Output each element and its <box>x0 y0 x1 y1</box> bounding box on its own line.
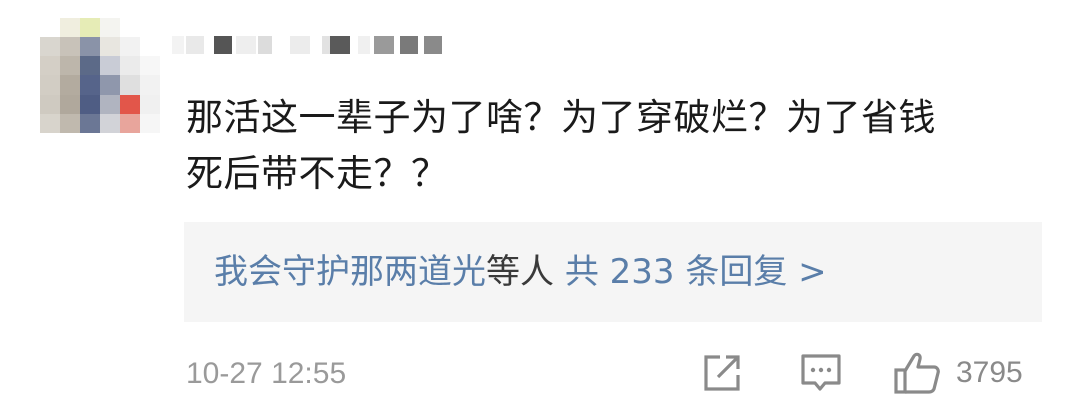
comment-icon <box>801 354 841 391</box>
comment-timestamp: 10-27 12:55 <box>186 357 347 390</box>
comment-line: 死后带不走？？ <box>186 152 449 195</box>
like-button[interactable]: 3795 <box>892 350 1023 396</box>
username-blurred[interactable] <box>172 36 452 56</box>
thumbs-up-icon <box>894 352 940 394</box>
comment-card: 那活这一辈子为了啥？为了穿破烂？为了省钱 死后带不走？？ 我会守护那两道光等人 … <box>0 0 1080 414</box>
avatar[interactable] <box>40 18 160 133</box>
comment-body: 那活这一辈子为了啥？为了穿破烂？为了省钱 死后带不走？？ <box>186 90 1026 202</box>
reply-user-link[interactable]: 我会守护那两道光 <box>214 252 486 292</box>
reply-count-link[interactable]: 共 233 条回复 > <box>565 252 827 292</box>
replies-preview[interactable]: 我会守护那两道光等人 共 233 条回复 > <box>184 222 1042 322</box>
like-count: 3795 <box>956 356 1023 389</box>
share-button[interactable] <box>700 350 744 396</box>
reply-button[interactable] <box>798 350 844 396</box>
reply-others-label: 等人 <box>486 252 554 292</box>
replies-summary[interactable]: 我会守护那两道光等人 共 233 条回复 > <box>214 250 827 294</box>
share-icon <box>704 355 740 391</box>
comment-line: 那活这一辈子为了啥？为了穿破烂？为了省钱 <box>186 96 936 139</box>
